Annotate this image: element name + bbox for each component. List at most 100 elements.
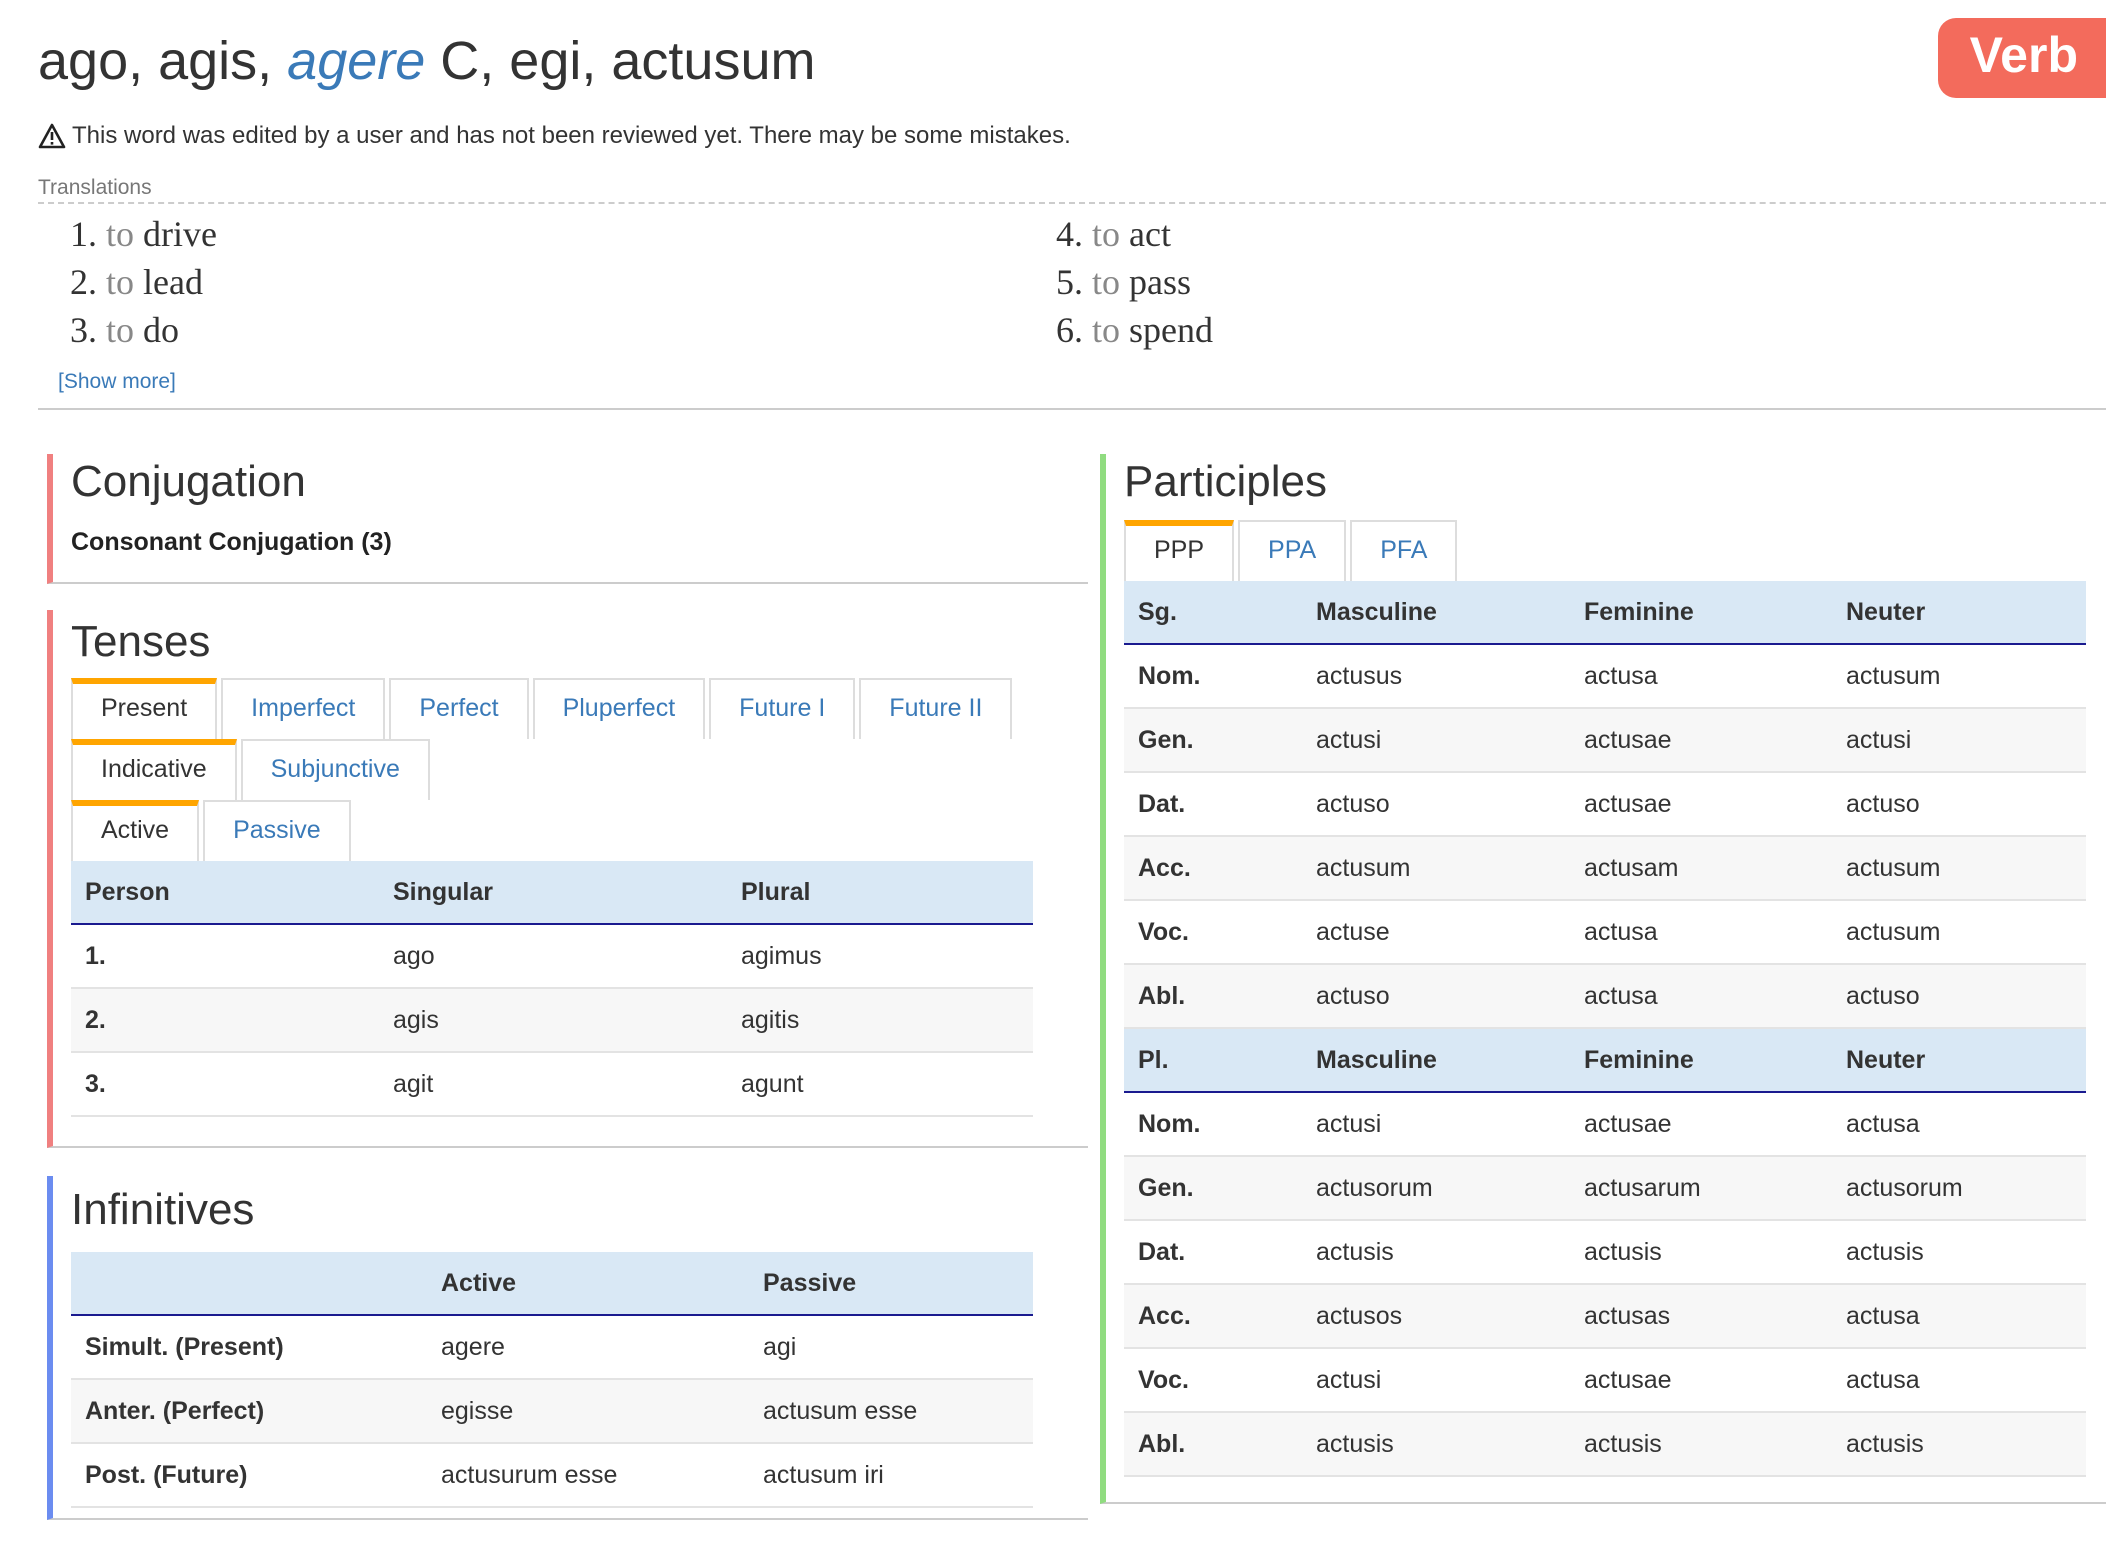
review-warning: This word was edited by a user and has n… (38, 122, 2106, 150)
masculine-cell: actusi (1302, 1092, 1570, 1157)
feminine-cell: actusarum (1570, 1156, 1832, 1221)
translation-item: 6. to spend (1056, 310, 1214, 350)
feminine-cell: actusae (1570, 772, 1832, 837)
tab-pluperfect[interactable]: Pluperfect (532, 678, 706, 739)
case-cell: Dat. (1124, 1220, 1302, 1285)
tab-present[interactable]: Present (71, 678, 218, 739)
passive-cell: agi (749, 1315, 1033, 1380)
table-row: 1. ago agimus (71, 924, 1033, 989)
show-more-link[interactable]: [Show more] (58, 370, 176, 394)
feminine-cell: actusae (1570, 1092, 1832, 1157)
tab-pfa[interactable]: PFA (1350, 520, 1458, 581)
tab-active[interactable]: Active (71, 800, 200, 861)
translation-item: 5. to pass (1056, 262, 1192, 302)
participles-panel: Participles PPP PPA PFA Sg. Masculine Fe… (1100, 454, 2106, 1504)
feminine-cell: actusam (1570, 836, 1832, 901)
case-cell: Gen. (1124, 708, 1302, 773)
case-cell: Gen. (1124, 1156, 1302, 1221)
passive-cell: actusum esse (749, 1379, 1033, 1444)
case-cell: Abl. (1124, 964, 1302, 1029)
column-header: Feminine (1570, 581, 1832, 645)
person-cell: 1. (71, 924, 379, 989)
table-row: Simult. (Present) agere agi (71, 1315, 1033, 1380)
feminine-cell: actusis (1570, 1412, 1832, 1477)
plural-cell: agitis (727, 988, 1033, 1053)
table-row: Gen. actusorum actusarum actusorum (1124, 1156, 2086, 1221)
infinitive-label-cell: Anter. (Perfect) (71, 1379, 427, 1444)
tenses-table: Person Singular Plural 1. ago agimus 2. … (71, 861, 1033, 1117)
word-title: ago, agis, agere C, egi, actusum (38, 22, 2106, 100)
participle-tabs: PPP PPA PFA (1124, 520, 2106, 581)
infinitives-title: Infinitives (71, 1185, 255, 1234)
voice-tabs: Active Passive (71, 800, 1088, 861)
translations-list: 1. to drive 2. to lead 3. to do 4. to ac… (38, 210, 2106, 354)
tab-indicative[interactable]: Indicative (71, 739, 237, 800)
neuter-cell: actusorum (1832, 1156, 2086, 1221)
plural-cell: agimus (727, 924, 1033, 989)
masculine-cell: actuso (1302, 772, 1570, 837)
table-row: Nom. actusi actusae actusa (1124, 1092, 2086, 1157)
table-row: Voc. actusi actusae actusa (1124, 1348, 2086, 1413)
conjugation-panel: Conjugation Consonant Conjugation (3) (47, 454, 1088, 584)
singular-cell: agit (379, 1052, 727, 1117)
translations-label: Translations (38, 176, 2106, 204)
passive-cell: actusum iri (749, 1443, 1033, 1508)
column-header: Sg. (1124, 581, 1302, 645)
case-cell: Nom. (1124, 1092, 1302, 1157)
neuter-cell: actusum (1832, 900, 2086, 965)
neuter-cell: actusis (1832, 1220, 2086, 1285)
column-header: Feminine (1570, 1028, 1832, 1093)
tab-subjunctive[interactable]: Subjunctive (240, 739, 430, 800)
table-row: Nom. actusus actusa actusum (1124, 644, 2086, 709)
column-header: Neuter (1832, 1028, 2086, 1093)
translation-item: 3. to do (70, 310, 180, 350)
title-forms-suffix: C, egi, actusum (425, 31, 816, 91)
column-header: Active (427, 1252, 749, 1316)
translation-item: 4. to act (1056, 214, 1171, 254)
header-divider (38, 408, 2106, 410)
table-row: Acc. actusos actusas actusa (1124, 1284, 2086, 1349)
table-header-row: Sg. Masculine Feminine Neuter (1124, 581, 2086, 645)
translation-item: 1. to drive (70, 214, 217, 254)
translations-column-right: 4. to act 5. to pass 6. to spend (1056, 210, 2042, 354)
warning-icon (38, 123, 66, 149)
tab-perfect[interactable]: Perfect (389, 678, 529, 739)
masculine-cell: actusorum (1302, 1156, 1570, 1221)
table-row: Dat. actusis actusis actusis (1124, 1220, 2086, 1285)
tab-passive[interactable]: Passive (203, 800, 351, 861)
column-header: Singular (379, 861, 727, 925)
case-cell: Acc. (1124, 836, 1302, 901)
tenses-panel: Tenses Present Imperfect Perfect Pluperf… (47, 610, 1088, 1148)
conjugation-title: Conjugation (71, 457, 306, 506)
neuter-cell: actusis (1832, 1412, 2086, 1477)
masculine-cell: actuse (1302, 900, 1570, 965)
table-row: Dat. actuso actusae actuso (1124, 772, 2086, 837)
translations-column-left: 1. to drive 2. to lead 3. to do (70, 210, 1056, 354)
neuter-cell: actuso (1832, 772, 2086, 837)
person-cell: 3. (71, 1052, 379, 1117)
case-cell: Acc. (1124, 1284, 1302, 1349)
active-cell: egisse (427, 1379, 749, 1444)
feminine-cell: actusae (1570, 1348, 1832, 1413)
column-header: Masculine (1302, 581, 1570, 645)
person-cell: 2. (71, 988, 379, 1053)
tab-ppp[interactable]: PPP (1124, 520, 1235, 581)
feminine-cell: actusas (1570, 1284, 1832, 1349)
plural-cell: agunt (727, 1052, 1033, 1117)
tab-ppa[interactable]: PPA (1238, 520, 1347, 581)
feminine-cell: actusa (1570, 644, 1832, 709)
table-row: Post. (Future) actusurum esse actusum ir… (71, 1443, 1033, 1508)
translation-item: 2. to lead (70, 262, 203, 302)
masculine-cell: actuso (1302, 964, 1570, 1029)
neuter-cell: actusi (1832, 708, 2086, 773)
table-header-row: Active Passive (71, 1252, 1033, 1316)
tab-imperfect[interactable]: Imperfect (221, 678, 386, 739)
tab-future-i[interactable]: Future I (709, 678, 856, 739)
warning-text: This word was edited by a user and has n… (72, 122, 1071, 149)
table-row: Abl. actuso actusa actuso (1124, 964, 2086, 1029)
feminine-cell: actusa (1570, 964, 1832, 1029)
masculine-cell: actusi (1302, 1348, 1570, 1413)
masculine-cell: actusos (1302, 1284, 1570, 1349)
feminine-cell: actusis (1570, 1220, 1832, 1285)
tab-future-ii[interactable]: Future II (859, 678, 1013, 739)
